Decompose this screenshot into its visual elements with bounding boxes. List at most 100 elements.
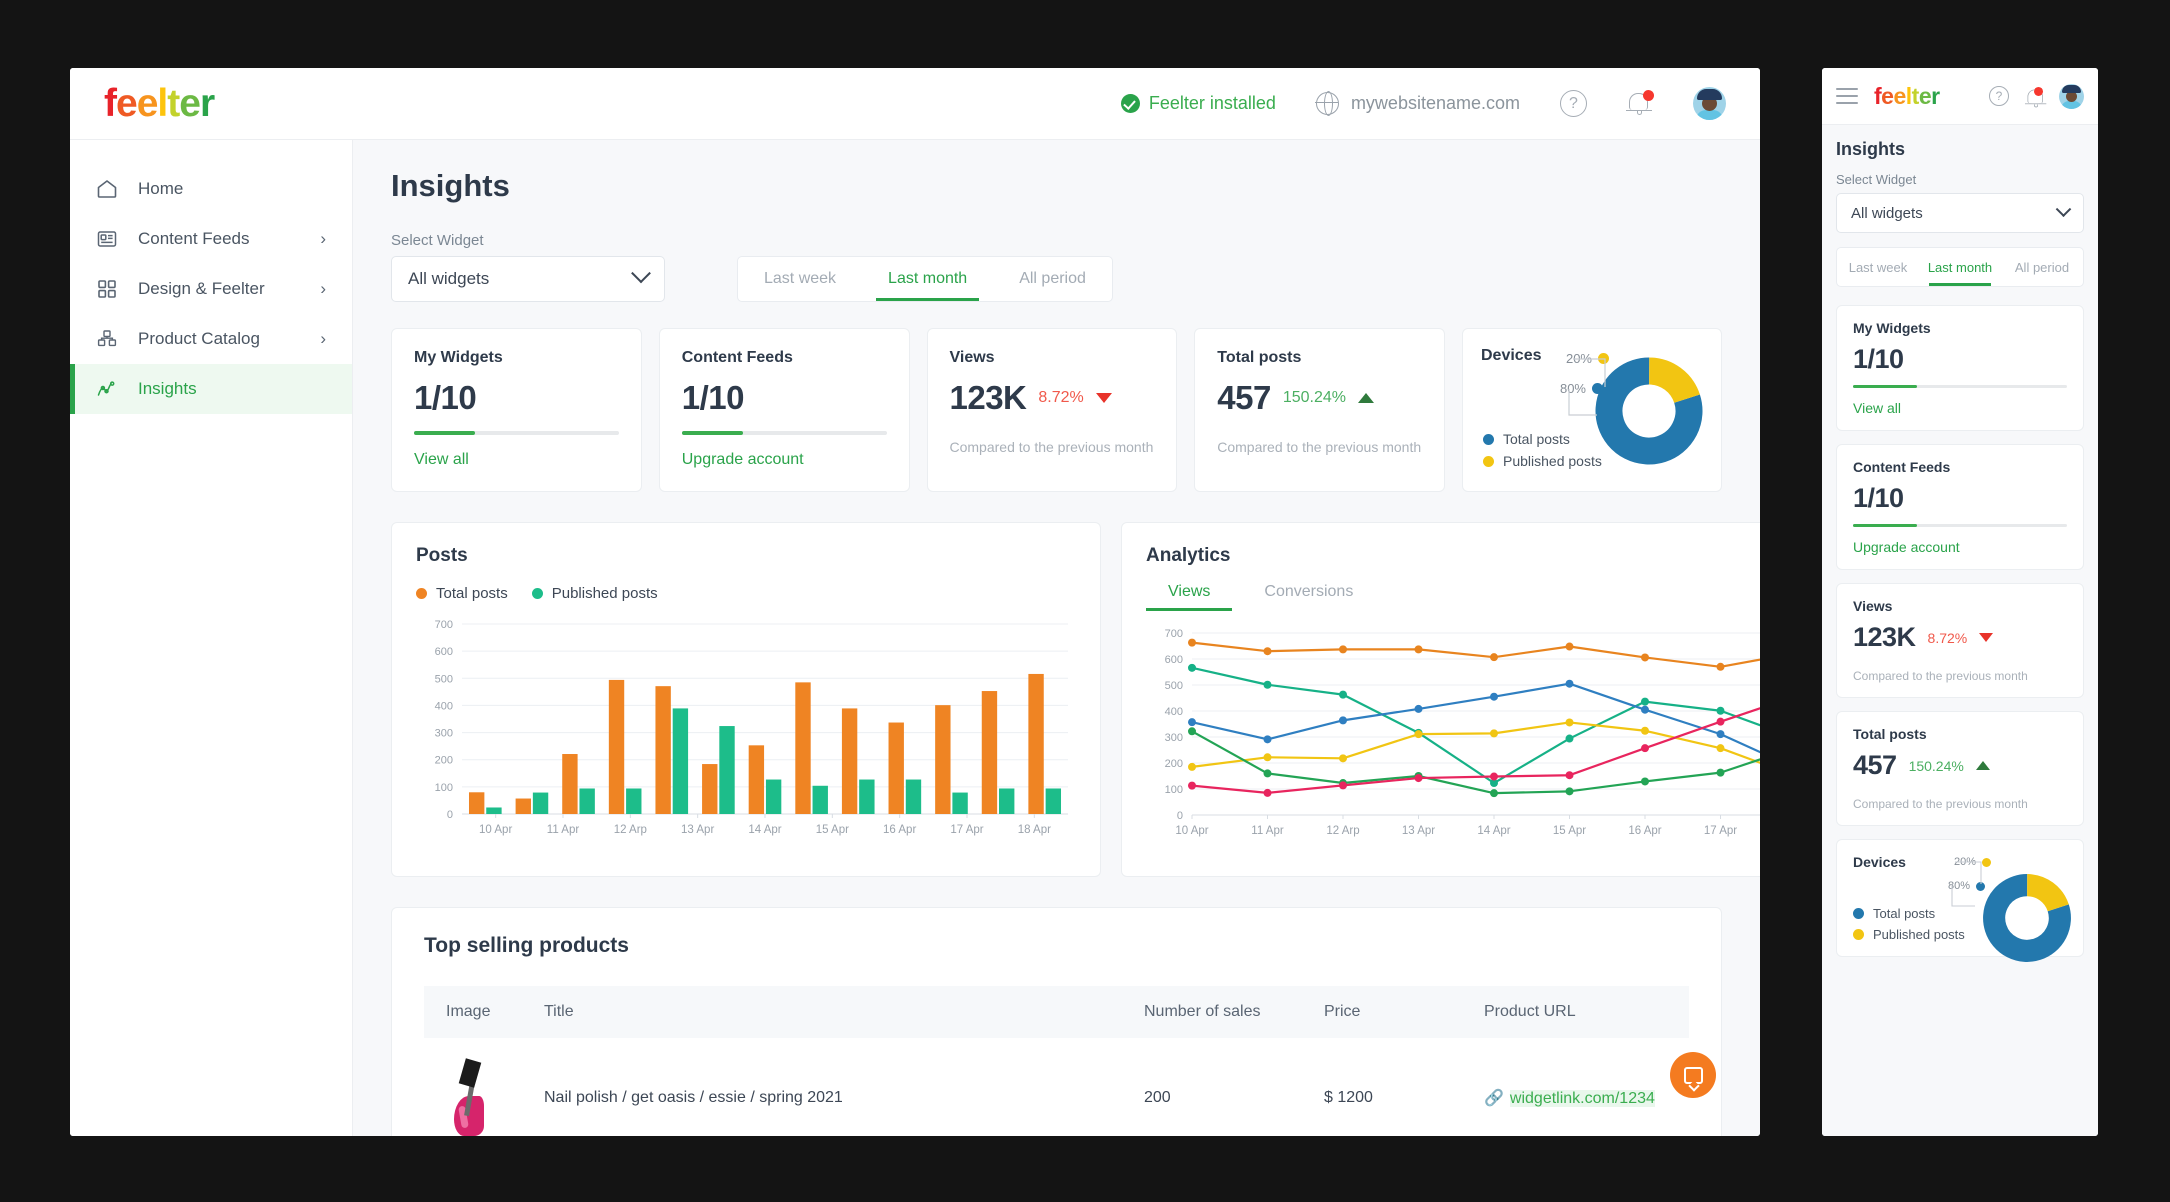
mobile-kpi-card-total-posts: Total posts 457 150.24% Compared to the … xyxy=(1836,711,2084,826)
grid-icon xyxy=(94,276,120,302)
svg-text:700: 700 xyxy=(1165,628,1183,640)
kpi-note: Compared to the previous month xyxy=(1217,439,1422,455)
notification-dot xyxy=(1643,89,1654,101)
mobile-notifications-bell-icon[interactable] xyxy=(2024,86,2047,108)
analytics-chart-title: Analytics xyxy=(1146,545,1231,566)
table-title: Top selling products xyxy=(424,934,629,957)
kpi-note: Compared to the previous month xyxy=(949,439,1154,455)
cell-price: $ 1200 xyxy=(1324,1038,1484,1136)
table-row[interactable]: Nail polish / get oasis / essie / spring… xyxy=(424,1038,1689,1136)
select-widget-dropdown[interactable]: All widgets xyxy=(391,256,665,302)
analytics-line-chart: 0 100 200 300 400 500 600 700 10 Apr 11 Apr 12 Arp… xyxy=(1146,623,1760,850)
sidebar-item-home[interactable]: Home xyxy=(70,164,352,214)
mobile-tab-last-month[interactable]: Last month xyxy=(1919,248,2001,286)
view-all-link[interactable]: View all xyxy=(414,451,619,469)
screen: feelter Feelter installed mywebsitename.… xyxy=(0,0,2170,1202)
sidebar: Home Content Feeds › Design & Feelter › xyxy=(70,140,353,1136)
charts-row: Posts Total posts Published posts 0 100 20… xyxy=(391,522,1760,877)
upgrade-account-link[interactable]: Upgrade account xyxy=(1853,539,2067,555)
tab-last-week[interactable]: Last week xyxy=(738,257,862,301)
legend-item: Published posts xyxy=(1483,453,1602,469)
posts-chart-card: Posts Total posts Published posts 0 100 20… xyxy=(391,522,1101,877)
legend-item: Published posts xyxy=(531,585,658,602)
avatar[interactable] xyxy=(1693,87,1726,120)
notifications-bell-icon[interactable] xyxy=(1626,89,1654,118)
mobile-preview-panel: feelter ? Insights Select Widget All wid… xyxy=(1822,68,2098,1136)
chat-support-button[interactable] xyxy=(1670,1052,1716,1098)
site-selector[interactable]: mywebsitename.com xyxy=(1315,91,1520,117)
analytics-chart-card: Analytics Views Conversions 0 100 200 300 40… xyxy=(1121,522,1760,877)
upgrade-account-link[interactable]: Upgrade account xyxy=(682,451,887,469)
svg-text:16 Apr: 16 Apr xyxy=(883,824,916,836)
chevron-down-icon xyxy=(631,263,651,284)
svg-text:200: 200 xyxy=(435,755,453,767)
svg-text:10 Apr: 10 Apr xyxy=(1175,825,1208,837)
cubes-icon xyxy=(94,326,120,352)
sidebar-item-design-feelter[interactable]: Design & Feelter › xyxy=(70,264,352,314)
tab-views[interactable]: Views xyxy=(1146,583,1233,611)
svg-text:200: 200 xyxy=(1165,758,1183,770)
kpi-title: Content Feeds xyxy=(1853,459,1951,475)
col-price: Price xyxy=(1324,1003,1361,1020)
sidebar-item-label: Product Catalog xyxy=(138,329,260,348)
svg-text:17 Apr: 17 Apr xyxy=(1704,825,1737,837)
svg-text:500: 500 xyxy=(435,673,453,685)
kpi-percent: 8.72% xyxy=(1927,629,1968,646)
col-title: Title xyxy=(544,1003,574,1020)
svg-text:13 Apr: 13 Apr xyxy=(1402,825,1435,837)
mobile-kpi-card-devices: Devices 20% 80% Total posts Published po… xyxy=(1836,839,2084,962)
mobile-body: Insights Select Widget All widgets Last … xyxy=(1822,125,2098,1136)
legend-item: Total posts xyxy=(1853,906,1965,921)
hamburger-menu-icon[interactable] xyxy=(1836,88,1858,104)
mobile-feelter-logo[interactable]: feelter xyxy=(1874,83,1940,110)
svg-text:700: 700 xyxy=(435,619,453,631)
installed-label: Feelter installed xyxy=(1148,93,1276,113)
mobile-select-widget-dropdown[interactable]: All widgets xyxy=(1836,193,2084,233)
tab-last-month[interactable]: Last month xyxy=(862,257,993,301)
analytics-tabs: Views Conversions xyxy=(1146,583,1760,611)
svg-text:13 Apr: 13 Apr xyxy=(681,824,714,836)
posts-bar-chart: 0 100 200 300 400 500 600 700 10 Apr 11 Apr 12 Arp… xyxy=(416,614,1076,849)
sidebar-item-insights[interactable]: Insights xyxy=(70,364,352,414)
progress-bar xyxy=(1853,385,2067,388)
link-icon: 🔗 xyxy=(1484,1090,1504,1107)
kpi-value: 457 xyxy=(1217,379,1271,416)
tab-conversions[interactable]: Conversions xyxy=(1242,583,1375,611)
product-url-link[interactable]: widgetlink.com/1234 xyxy=(1509,1090,1655,1107)
top-selling-products-card: Top selling products Image Title Number … xyxy=(391,907,1722,1136)
select-widget-value: All widgets xyxy=(408,269,490,288)
tab-all-period[interactable]: All period xyxy=(993,257,1112,301)
check-circle-icon xyxy=(1120,94,1140,113)
kpi-card-devices: Devices 20% 80% Total posts Published po… xyxy=(1462,328,1722,492)
kpi-value: 1/10 xyxy=(681,379,745,416)
mobile-select-widget-label: Select Widget xyxy=(1836,172,1917,187)
sidebar-item-product-catalog[interactable]: Product Catalog › xyxy=(70,314,352,364)
feelter-logo[interactable]: feelter xyxy=(104,84,215,123)
help-icon[interactable]: ? xyxy=(1560,90,1587,117)
mobile-select-widget-value: All widgets xyxy=(1851,204,1923,222)
sidebar-item-content-feeds[interactable]: Content Feeds › xyxy=(70,214,352,264)
mobile-tab-last-week[interactable]: Last week xyxy=(1837,248,1919,286)
kpi-title: Views xyxy=(949,349,995,366)
desktop-window: feelter Feelter installed mywebsitename.… xyxy=(70,68,1760,1136)
svg-text:14 Apr: 14 Apr xyxy=(748,824,781,836)
cell-title: Nail polish / get oasis / essie / spring… xyxy=(544,1038,1144,1136)
chevron-right-icon: › xyxy=(320,329,326,348)
svg-text:300: 300 xyxy=(435,728,453,740)
mobile-help-icon[interactable]: ? xyxy=(1989,86,2009,106)
mobile-header: feelter ? xyxy=(1822,68,2098,125)
legend-item: Total posts xyxy=(1483,431,1602,447)
svg-text:12 Arp: 12 Arp xyxy=(614,824,647,836)
mobile-tab-all-period[interactable]: All period xyxy=(2001,248,2083,286)
trend-up-icon xyxy=(1357,393,1374,403)
site-name: mywebsitename.com xyxy=(1350,93,1520,113)
legend-item: Total posts xyxy=(416,585,508,602)
kpi-title: My Widgets xyxy=(1853,320,1931,336)
mobile-avatar[interactable] xyxy=(2059,83,2084,109)
chevron-down-icon xyxy=(2055,200,2072,217)
kpi-value: 123K xyxy=(1853,622,1916,652)
mobile-kpi-card-views: Views 123K 8.72% Compared to the previou… xyxy=(1836,583,2084,698)
select-widget-label: Select Widget xyxy=(391,232,484,249)
view-all-link[interactable]: View all xyxy=(1853,400,2067,416)
chevron-right-icon: › xyxy=(320,279,326,298)
